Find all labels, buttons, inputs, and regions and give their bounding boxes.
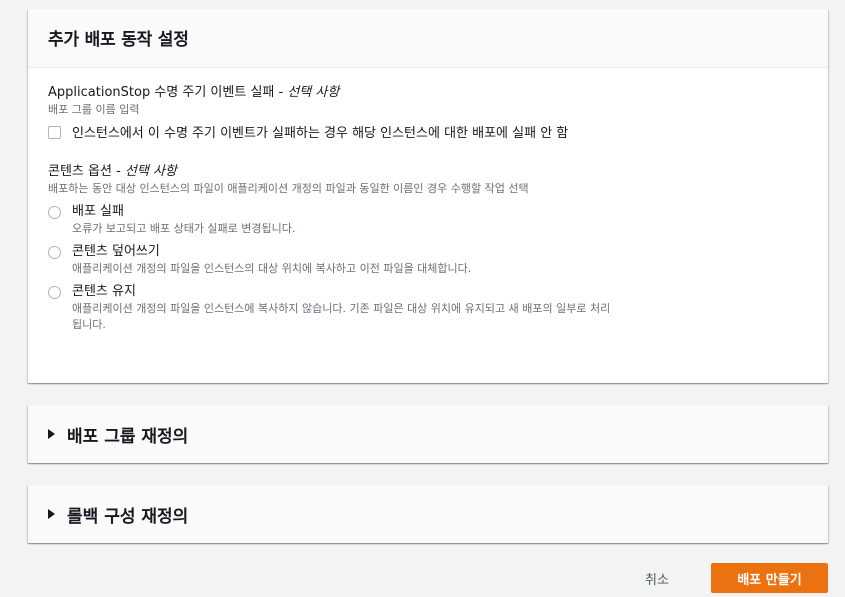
- caret-right-icon[interactable]: [48, 509, 55, 519]
- panel-title: 추가 배포 동작 설정: [48, 30, 189, 50]
- rollback-panel-title[interactable]: 롤백 구성 재정의: [67, 502, 188, 527]
- app-stop-label: ApplicationStop 수명 주기 이벤트 실패 - 선택 사항: [48, 85, 340, 100]
- content-options-field: 콘텐츠 옵션 - 선택 사항 배포하는 동안 대상 인스턴스의 파일이 애플리케…: [48, 163, 808, 333]
- ignore-failure-checkbox[interactable]: [48, 126, 61, 139]
- rollback-panel-header[interactable]: 롤백 구성 재정의: [28, 485, 828, 543]
- rollback-override-panel[interactable]: 롤백 구성 재정의: [28, 485, 828, 543]
- radio-content: 콘텐츠 덮어쓰기 애플리케이션 개정의 파일을 인스턴스의 대상 위치에 복사하…: [72, 243, 612, 277]
- radio-content: 배포 실패 오류가 보고되고 배포 상태가 실패로 변경됩니다.: [72, 203, 612, 237]
- panel-body: ApplicationStop 수명 주기 이벤트 실패 - 선택 사항 배포 …: [28, 68, 828, 349]
- radio-option-overwrite-content[interactable]: 콘텐츠 덮어쓰기 애플리케이션 개정의 파일을 인스턴스의 대상 위치에 복사하…: [48, 243, 808, 277]
- content-options-optional: 선택 사항: [124, 164, 177, 179]
- app-stop-label-text: ApplicationStop 수명 주기 이벤트 실패: [48, 85, 275, 100]
- app-stop-description: 배포 그룹 이름 입력: [48, 103, 140, 116]
- override-panel-header[interactable]: 배포 그룹 재정의: [28, 405, 828, 463]
- content-options-label: 콘텐츠 옵션 - 선택 사항: [48, 164, 177, 179]
- radio-label[interactable]: 콘텐츠 유지: [72, 283, 612, 301]
- app-stop-optional: 선택 사항: [287, 85, 340, 100]
- radio-content: 콘텐츠 유지 애플리케이션 개정의 파일을 인스턴스에 복사하지 않습니다. 기…: [72, 283, 612, 333]
- caret-right-icon[interactable]: [48, 429, 55, 439]
- create-deployment-button[interactable]: 배포 만들기: [711, 563, 828, 593]
- override-panel-title[interactable]: 배포 그룹 재정의: [67, 422, 188, 447]
- cancel-button[interactable]: 취소: [636, 563, 678, 593]
- app-stop-field: ApplicationStop 수명 주기 이벤트 실패 - 선택 사항 배포 …: [48, 84, 808, 144]
- additional-deployment-settings-panel: 추가 배포 동작 설정 ApplicationStop 수명 주기 이벤트 실패…: [28, 9, 828, 383]
- ignore-failure-checkbox-row[interactable]: 인스턴스에서 이 수명 주기 이벤트가 실패하는 경우 해당 인스턴스에 대한 …: [48, 123, 608, 144]
- overwrite-content-radio[interactable]: [48, 246, 61, 259]
- radio-option-retain-content[interactable]: 콘텐츠 유지 애플리케이션 개정의 파일을 인스턴스에 복사하지 않습니다. 기…: [48, 283, 808, 333]
- content-options-label-text: 콘텐츠 옵션: [48, 164, 112, 179]
- ignore-failure-checkbox-label[interactable]: 인스턴스에서 이 수명 주기 이벤트가 실패하는 경우 해당 인스턴스에 대한 …: [72, 123, 568, 144]
- content-options-description: 배포하는 동안 대상 인스턴스의 파일이 애플리케이션 개정의 파일과 동일한 …: [48, 182, 529, 195]
- radio-description: 오류가 보고되고 배포 상태가 실패로 변경됩니다.: [72, 222, 296, 235]
- radio-option-fail-deployment[interactable]: 배포 실패 오류가 보고되고 배포 상태가 실패로 변경됩니다.: [48, 203, 808, 237]
- radio-description: 애플리케이션 개정의 파일을 인스턴스의 대상 위치에 복사하고 이전 파일을 …: [72, 262, 472, 275]
- fail-deployment-radio[interactable]: [48, 206, 61, 219]
- panel-header: 추가 배포 동작 설정: [28, 9, 828, 68]
- retain-content-radio[interactable]: [48, 286, 61, 299]
- radio-description: 애플리케이션 개정의 파일을 인스턴스에 복사하지 않습니다. 기존 파일은 대…: [72, 302, 611, 331]
- radio-label[interactable]: 콘텐츠 덮어쓰기: [72, 243, 612, 261]
- deployment-group-override-panel[interactable]: 배포 그룹 재정의: [28, 405, 828, 463]
- radio-label[interactable]: 배포 실패: [72, 203, 612, 221]
